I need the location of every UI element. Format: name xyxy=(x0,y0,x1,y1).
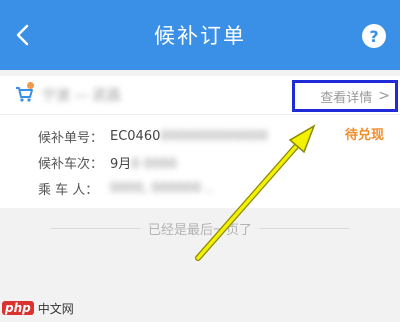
order-number-label: 候补单号： xyxy=(38,130,104,146)
status-badge: 待兑现 xyxy=(344,128,384,143)
passenger-label: 乘 车 人： xyxy=(38,182,99,198)
passenger-value: 0000, 000000 .. xyxy=(110,180,214,196)
watermark-text: 中文网 xyxy=(37,301,74,316)
route-name: 宁波 — 武昌 xyxy=(42,88,121,104)
watermark: php 中文网 xyxy=(2,298,74,318)
back-button[interactable] xyxy=(10,22,36,48)
end-of-list-divider: 已经是最后一页了 xyxy=(50,218,351,238)
order-number-value: EC04600000000000000 xyxy=(110,128,268,144)
notification-dot xyxy=(27,82,34,89)
help-button[interactable]: ? xyxy=(362,24,386,48)
watermark-logo: php xyxy=(2,301,34,315)
divider-line xyxy=(260,227,351,229)
highlight-box xyxy=(292,80,398,112)
end-of-list-text: 已经是最后一页了 xyxy=(148,222,253,238)
train-label: 候补车次： xyxy=(38,156,104,172)
train-value: 9月0 0000 xyxy=(110,156,177,172)
top-nav-bar: 候补订单 ? xyxy=(0,0,400,70)
page-title: 候补订单 xyxy=(154,24,246,48)
train-row: 候补车次： 9月0 0000 xyxy=(38,152,177,172)
divider-line xyxy=(50,227,140,229)
chevron-left-icon xyxy=(16,24,29,46)
passenger-row: 乘 车 人： 0000, 000000 .. xyxy=(38,178,213,198)
order-number-row: 候补单号： EC04600000000000000 xyxy=(38,126,268,146)
